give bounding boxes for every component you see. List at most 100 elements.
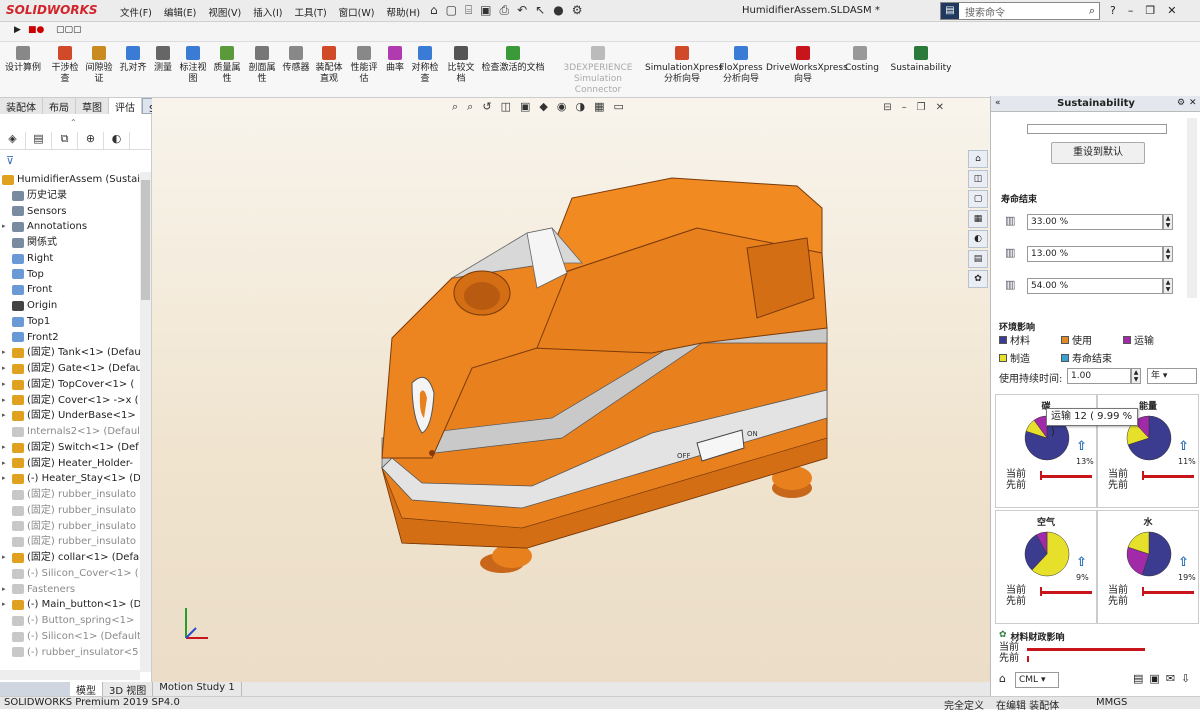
tree-item[interactable]: ▸ Fasteners bbox=[2, 582, 142, 598]
help-icon[interactable]: ? bbox=[1110, 4, 1116, 17]
expand-arrow-icon[interactable]: ▸ bbox=[2, 456, 12, 472]
minimize-icon[interactable]: – bbox=[1128, 4, 1134, 17]
command-button[interactable]: DriveWorksXpress 向导 bbox=[766, 46, 848, 85]
magnifier-icon[interactable]: ⌕ bbox=[1089, 4, 1095, 18]
menu-item[interactable]: 视图(V) bbox=[208, 5, 241, 19]
tree-item[interactable]: Internals2<1> (Defaul bbox=[2, 424, 142, 440]
expand-arrow-icon[interactable]: ▸ bbox=[2, 471, 12, 487]
options-icon[interactable]: ⚙ bbox=[572, 3, 583, 18]
end-of-life-input[interactable]: 54.00 % bbox=[1027, 278, 1163, 294]
expand-arrow-icon[interactable]: ▸ bbox=[2, 377, 12, 393]
rebuild-icon[interactable]: ● bbox=[553, 3, 563, 18]
menu-item[interactable]: 工具(T) bbox=[294, 5, 326, 19]
expand-arrow-icon[interactable]: ▸ bbox=[2, 408, 12, 424]
dimxpert-icon[interactable]: ⊕ bbox=[78, 132, 104, 149]
minimize-view-icon[interactable]: – bbox=[902, 102, 907, 113]
menu-item[interactable]: 编辑(E) bbox=[164, 5, 196, 19]
home-task-icon[interactable]: ⌂ bbox=[968, 150, 988, 168]
command-button[interactable]: 曲率 bbox=[384, 46, 406, 74]
tree-item[interactable]: ▸ Annotations bbox=[2, 219, 142, 235]
command-tab[interactable]: 草图 bbox=[76, 98, 109, 114]
collapse-panel-icon[interactable]: « bbox=[995, 98, 1001, 108]
expand-arrow-icon[interactable]: ▸ bbox=[2, 582, 12, 598]
tree-item[interactable]: (固定) rubber_insulato bbox=[2, 519, 142, 535]
command-button[interactable]: FloXpress 分析向导 bbox=[718, 46, 764, 85]
tree-item[interactable]: ▸ (固定) Heater_Holder- bbox=[2, 456, 142, 472]
reset-default-button[interactable]: 重设到默认 bbox=[1051, 142, 1145, 164]
end-of-life-spinner[interactable]: ▲ ▼ bbox=[1163, 246, 1173, 262]
tab-navigation-arrows[interactable] bbox=[0, 682, 70, 696]
tree-item[interactable]: ▸ (-) Heater_Stay<1> (D bbox=[2, 471, 142, 487]
view-settings-icon[interactable]: ▭ bbox=[613, 100, 623, 114]
tree-item[interactable]: Sensors bbox=[2, 204, 142, 220]
display-icon[interactable]: ◐ bbox=[104, 132, 130, 149]
graphics-area[interactable]: ⌕ ⌕ ↺ ◫ ▣ ◆ ◉ ◑ ▦ ▭ ⊟ – ❐ ✕ OFF ON bbox=[152, 98, 990, 682]
command-button[interactable]: 剖面属性 bbox=[247, 46, 277, 85]
command-button[interactable]: 间隙验证 bbox=[84, 46, 114, 85]
command-button[interactable]: 质量属性 bbox=[212, 46, 242, 85]
impact-pie[interactable] bbox=[1126, 531, 1172, 577]
tree-item[interactable]: ▸ (固定) collar<1> (Defa bbox=[2, 550, 142, 566]
section-view-icon[interactable]: ◫ bbox=[501, 100, 511, 114]
play-icon[interactable]: ▶ bbox=[14, 25, 21, 35]
report-icon[interactable]: ▤ bbox=[1133, 672, 1143, 685]
tree-item[interactable]: (固定) rubber_insulato bbox=[2, 487, 142, 503]
sustainability-tab-icon[interactable]: ✿ bbox=[968, 270, 988, 288]
command-button[interactable]: 性能评估 bbox=[349, 46, 379, 85]
macro-icon[interactable]: ▢▢▢ bbox=[56, 25, 82, 35]
command-button[interactable]: 传感器 bbox=[281, 46, 311, 74]
tree-item[interactable]: ▸ (固定) Gate<1> (Defau bbox=[2, 361, 142, 377]
tree-item[interactable]: (固定) rubber_insulato bbox=[2, 503, 142, 519]
open-file-icon[interactable]: ⌸ bbox=[465, 3, 472, 18]
tree-item[interactable]: (-) Button_spring<1> bbox=[2, 613, 142, 629]
menu-item[interactable]: 窗口(W) bbox=[339, 5, 375, 19]
tree-item[interactable]: ▸ (固定) Switch<1> (Def bbox=[2, 440, 142, 456]
tree-item[interactable]: Front bbox=[2, 282, 142, 298]
impact-cell[interactable]: 水 ⇧ 19% 当前 先前 bbox=[1097, 510, 1199, 624]
command-button[interactable]: 设计算例 bbox=[4, 46, 42, 74]
bottom-tab[interactable]: Motion Study 1 bbox=[153, 682, 242, 696]
select-icon[interactable]: ↖ bbox=[535, 3, 545, 18]
tree-item[interactable]: Front2 bbox=[2, 330, 142, 346]
end-of-life-input[interactable]: 13.00 % bbox=[1027, 246, 1163, 262]
tree-item[interactable]: Top bbox=[2, 267, 142, 283]
command-tab[interactable]: 布局 bbox=[43, 98, 76, 114]
restore-icon[interactable]: ❐ bbox=[1145, 4, 1155, 17]
view-orientation-icon[interactable]: ▣ bbox=[520, 100, 530, 114]
tree-item[interactable]: ▸ (固定) UnderBase<1> bbox=[2, 408, 142, 424]
tree-item[interactable]: ▸ (固定) Tank<1> (Defau bbox=[2, 345, 142, 361]
appearances-icon[interactable]: ◐ bbox=[968, 230, 988, 248]
tree-root[interactable]: HumidifierAssem (Sustai bbox=[2, 172, 142, 188]
tree-scrollbar[interactable] bbox=[140, 172, 151, 672]
save-icon[interactable]: ▣ bbox=[480, 3, 491, 18]
command-button[interactable]: 比较文档 bbox=[446, 46, 476, 85]
command-button[interactable]: 干涉检查 bbox=[50, 46, 80, 85]
material-field[interactable] bbox=[1027, 124, 1167, 134]
tree-item[interactable]: (-) Silicon<1> (Default bbox=[2, 629, 142, 645]
pin-icon[interactable]: ⚙ bbox=[1177, 98, 1185, 108]
expand-arrow-icon[interactable]: ▸ bbox=[2, 345, 12, 361]
property-icon[interactable]: ▤ bbox=[26, 132, 52, 149]
app-logo[interactable]: SOLIDWORKS bbox=[6, 3, 98, 17]
expand-arrow-icon[interactable]: ▸ bbox=[2, 550, 12, 566]
print-icon[interactable]: ⎙ bbox=[500, 3, 510, 18]
home-icon[interactable]: ⌂ bbox=[430, 3, 438, 18]
resources-icon[interactable]: ◫ bbox=[968, 170, 988, 188]
panel-scrollbar[interactable] bbox=[1187, 118, 1197, 298]
record-icon[interactable]: ■● bbox=[28, 25, 44, 35]
filter-icon[interactable]: ⊽ bbox=[6, 154, 14, 167]
zoom-area-icon[interactable]: ⌕ bbox=[467, 100, 473, 114]
tree-item[interactable]: ▸ (固定) Cover<1> ->x ( bbox=[2, 393, 142, 409]
command-button[interactable]: 对称检查 bbox=[410, 46, 440, 85]
unit-select[interactable]: CML ▾ bbox=[1015, 672, 1059, 688]
bottom-tab[interactable]: 3D 视图 bbox=[103, 682, 154, 697]
bottom-tab[interactable]: 模型 bbox=[70, 682, 103, 697]
tree-item[interactable]: Origin bbox=[2, 298, 142, 314]
close-icon[interactable]: ✕ bbox=[1167, 4, 1176, 17]
command-button[interactable]: 标注视图 bbox=[178, 46, 208, 85]
scrollbar-thumb[interactable] bbox=[141, 180, 150, 300]
display-style-icon[interactable]: ◆ bbox=[539, 100, 547, 114]
hide-show-icon[interactable]: ◉ bbox=[557, 100, 567, 114]
duration-input[interactable]: 1.00 bbox=[1067, 368, 1131, 384]
impact-pie[interactable] bbox=[1024, 531, 1070, 577]
